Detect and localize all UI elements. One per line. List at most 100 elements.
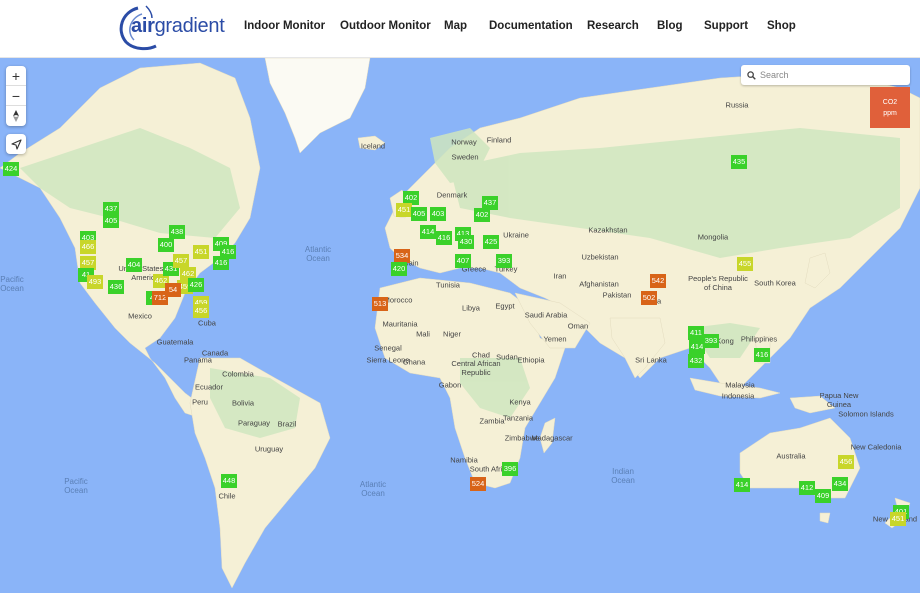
zoom-out-button[interactable]: − bbox=[6, 86, 26, 106]
sensor-marker[interactable]: 430 bbox=[458, 235, 474, 249]
legend-metric: CO2 bbox=[882, 98, 898, 106]
nav-shop[interactable]: Shop bbox=[767, 20, 796, 32]
legend-unit: ppm bbox=[883, 109, 897, 117]
zoom-in-button[interactable]: + bbox=[6, 66, 26, 86]
sensor-marker[interactable]: 534 bbox=[394, 249, 410, 263]
country-label: Iran bbox=[553, 271, 567, 281]
sensor-marker[interactable]: 502 bbox=[641, 291, 657, 305]
country-label: Uruguay bbox=[254, 444, 284, 454]
sensor-marker[interactable]: 451 bbox=[890, 512, 906, 526]
sensor-marker[interactable]: 432 bbox=[688, 354, 704, 368]
country-label: Niger bbox=[443, 329, 461, 339]
country-label: Sweden bbox=[451, 152, 479, 162]
nav-documentation[interactable]: Documentation bbox=[489, 20, 573, 32]
country-label: Namibia bbox=[450, 455, 478, 465]
sensor-marker[interactable]: 425 bbox=[483, 235, 499, 249]
sensor-marker[interactable]: 457 bbox=[173, 254, 189, 268]
country-label: Iceland bbox=[360, 141, 386, 151]
country-label: Tanzania bbox=[502, 413, 534, 423]
country-label: Peru bbox=[192, 397, 208, 407]
sensor-marker[interactable]: 493 bbox=[87, 275, 103, 289]
country-label: Papua New Guinea bbox=[819, 391, 859, 409]
sensor-marker[interactable]: 420 bbox=[391, 262, 407, 276]
sensor-marker[interactable]: 451 bbox=[193, 245, 209, 259]
country-label: Ecuador bbox=[195, 382, 223, 392]
sensor-marker[interactable]: 542 bbox=[650, 274, 666, 288]
sensor-marker[interactable]: 436 bbox=[108, 280, 124, 294]
sensor-marker[interactable]: 409 bbox=[815, 489, 831, 503]
geolocate-button[interactable] bbox=[6, 134, 26, 154]
compass-button[interactable] bbox=[6, 106, 26, 126]
country-label: Pakistan bbox=[602, 290, 632, 300]
sensor-marker[interactable]: 54 bbox=[165, 283, 181, 297]
site-header: airgradient Indoor Monitor Outdoor Monit… bbox=[0, 0, 920, 58]
nav-research[interactable]: Research bbox=[587, 20, 639, 32]
country-label: Panama bbox=[184, 355, 212, 365]
search-icon bbox=[747, 70, 756, 80]
country-label: Solomon Islands bbox=[838, 409, 894, 419]
country-label: Malaysia bbox=[725, 380, 755, 390]
nav-blog[interactable]: Blog bbox=[657, 20, 683, 32]
sensor-marker[interactable]: 438 bbox=[169, 225, 185, 239]
sensor-marker[interactable]: 412 bbox=[799, 481, 815, 495]
country-label: People's Republic of China bbox=[688, 274, 748, 292]
sensor-marker[interactable]: 455 bbox=[737, 257, 753, 271]
sensor-marker[interactable]: 426 bbox=[188, 278, 204, 292]
sensor-marker[interactable]: 404 bbox=[126, 258, 142, 272]
sensor-marker[interactable]: 416 bbox=[436, 231, 452, 245]
sensor-marker[interactable]: 403 bbox=[430, 207, 446, 221]
sensor-marker[interactable]: 513 bbox=[372, 297, 388, 311]
sensor-marker[interactable]: 400 bbox=[158, 238, 174, 252]
country-label: Brazil bbox=[277, 419, 297, 429]
country-label: Kenya bbox=[509, 397, 531, 407]
country-label: Uzbekistan bbox=[581, 252, 619, 262]
country-label: Mexico bbox=[128, 311, 152, 321]
geolocate-control bbox=[6, 134, 26, 154]
co2-legend[interactable]: CO2 ppm bbox=[870, 87, 910, 128]
search-input[interactable] bbox=[760, 70, 900, 80]
country-label: Guatemala bbox=[156, 337, 194, 347]
sensor-marker[interactable]: 448 bbox=[221, 474, 237, 488]
sensor-marker[interactable]: 451 bbox=[396, 203, 412, 217]
country-label: Norway bbox=[451, 137, 477, 147]
country-label: Yemen bbox=[543, 334, 567, 344]
sensor-marker[interactable]: 393 bbox=[703, 334, 719, 348]
airgradient-logo[interactable]: airgradient bbox=[116, 4, 225, 52]
nav-map[interactable]: Map bbox=[444, 20, 467, 32]
nav-support[interactable]: Support bbox=[704, 20, 748, 32]
country-label: Mongolia bbox=[697, 232, 729, 242]
sensor-marker[interactable]: 407 bbox=[455, 254, 471, 268]
nav-indoor-monitor[interactable]: Indoor Monitor bbox=[244, 20, 325, 32]
sensor-marker[interactable]: 414 bbox=[420, 225, 436, 239]
country-label: Russia bbox=[725, 100, 749, 110]
land-tasmania bbox=[819, 512, 831, 524]
sensor-marker[interactable]: 393 bbox=[496, 254, 512, 268]
sensor-marker[interactable]: 466 bbox=[80, 240, 96, 254]
country-label: New Caledonia bbox=[850, 442, 902, 452]
country-label: Paraguay bbox=[237, 418, 271, 428]
sensor-marker[interactable]: 456 bbox=[838, 455, 854, 469]
sensor-marker[interactable]: 414 bbox=[734, 478, 750, 492]
sensor-marker[interactable]: 435 bbox=[731, 155, 747, 169]
sensor-marker[interactable]: 396 bbox=[502, 462, 518, 476]
land-greenland bbox=[264, 58, 371, 154]
country-label: Kazakhstan bbox=[588, 225, 628, 235]
nav-outdoor-monitor[interactable]: Outdoor Monitor bbox=[340, 20, 431, 32]
sensor-marker[interactable]: 416 bbox=[213, 256, 229, 270]
sensor-marker[interactable]: 405 bbox=[103, 214, 119, 228]
sensor-marker[interactable]: 402 bbox=[474, 208, 490, 222]
sensor-marker[interactable]: 456 bbox=[193, 304, 209, 318]
sensor-marker[interactable]: 411 bbox=[688, 326, 704, 340]
world-map[interactable]: Canada United States of America Mexico Cuba… bbox=[0, 58, 920, 593]
country-label: Denmark bbox=[436, 190, 468, 200]
sensor-marker[interactable]: 424 bbox=[3, 162, 19, 176]
sensor-marker[interactable]: 405 bbox=[411, 207, 427, 221]
map-search-box bbox=[741, 65, 910, 85]
sensor-marker[interactable]: 416 bbox=[754, 348, 770, 362]
sensor-marker[interactable]: 524 bbox=[470, 477, 486, 491]
sensor-marker[interactable]: 434 bbox=[832, 477, 848, 491]
country-label: Libya bbox=[462, 303, 480, 313]
country-label: Chile bbox=[218, 491, 236, 501]
country-label: Bolivia bbox=[231, 398, 255, 408]
ocean-label: Indian Ocean bbox=[611, 467, 635, 485]
